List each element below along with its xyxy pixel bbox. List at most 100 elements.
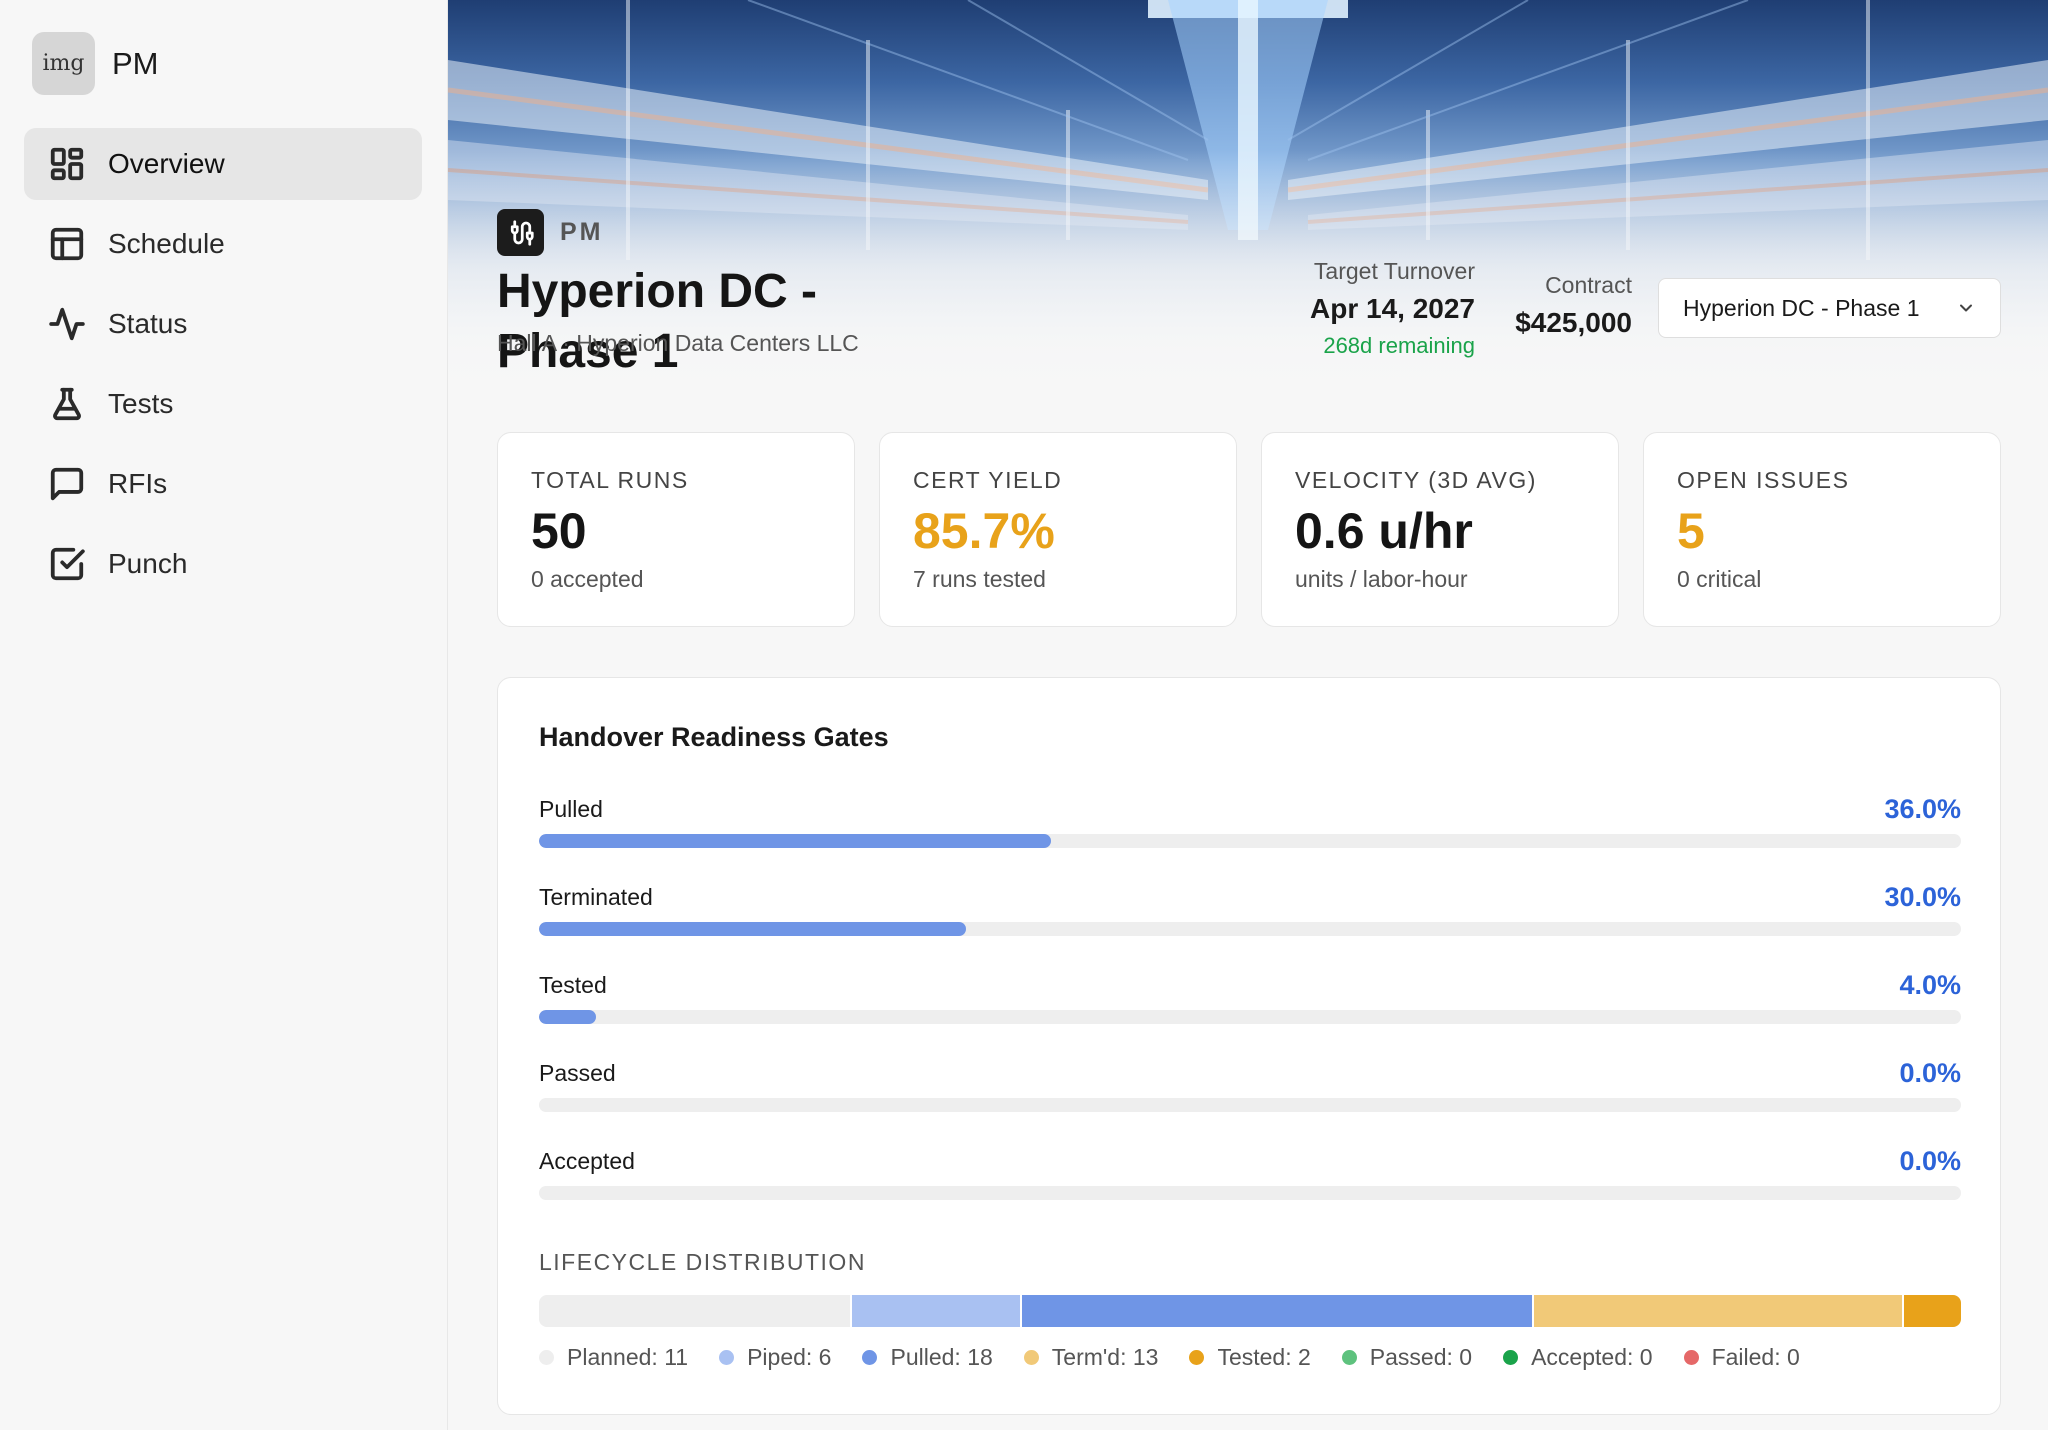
legend-dot <box>719 1350 735 1365</box>
gate-progress-track <box>539 834 1961 848</box>
lifecycle-distribution-bar <box>539 1295 1961 1327</box>
lifecycle-segment-tested <box>1904 1295 1961 1327</box>
sidebar-item-tests[interactable]: Tests <box>24 368 422 440</box>
kpi-value: 85.7% <box>913 503 1055 559</box>
kpi-card-velocity: VELOCITY (3D AVG) 0.6 u/hr units / labor… <box>1261 432 1619 627</box>
kpi-subtext: units / labor-hour <box>1295 566 1468 592</box>
handover-readiness-panel: Handover Readiness Gates Pulled 36.0% Te… <box>497 677 2001 1415</box>
legend-dot <box>1683 1350 1699 1365</box>
legend-item-failed: Failed: 0 <box>1683 1344 1800 1371</box>
kpi-card-total-runs: TOTAL RUNS 50 0 accepted <box>497 432 855 627</box>
legend-item-planned: Planned: 11 <box>539 1344 688 1371</box>
lifecycle-segment-term-d <box>1534 1295 1905 1327</box>
kpi-label: CERT YIELD <box>913 467 1063 493</box>
gate-progress-fill <box>539 922 966 936</box>
flask-icon <box>48 385 86 423</box>
contract-value: Contract $425,000 <box>1490 272 1632 339</box>
gate-percent: 0.0% <box>1899 1146 1961 1176</box>
page-subtitle: Hall A · Hyperion Data Centers LLC <box>497 330 859 356</box>
gate-tested: Tested 4.0% <box>539 970 1961 1042</box>
sidebar-item-label: Overview <box>108 148 225 179</box>
contract-label: Contract <box>1545 272 1632 298</box>
brand: img PM <box>32 32 159 95</box>
kpi-value: 50 <box>531 503 587 559</box>
lifecycle-segment-planned <box>539 1295 852 1327</box>
table-icon <box>48 225 86 263</box>
legend-dot <box>862 1350 878 1365</box>
gate-progress-track <box>539 1098 1961 1112</box>
kpi-value: 5 <box>1677 503 1705 559</box>
chevron-down-icon <box>1956 297 1976 317</box>
legend-dot <box>539 1350 554 1365</box>
lifecycle-segment-piped <box>851 1295 1023 1327</box>
sidebar-item-label: Status <box>108 308 188 339</box>
sidebar-item-schedule[interactable]: Schedule <box>24 208 422 280</box>
gate-progress-fill <box>539 1010 596 1024</box>
kpi-subtext: 0 critical <box>1677 566 1762 592</box>
legend-item-piped: Piped: 6 <box>719 1344 831 1371</box>
gate-label: Terminated <box>539 884 653 910</box>
legend-item-term-d: Term'd: 13 <box>1023 1344 1159 1371</box>
target-turnover-remaining: 268d remaining <box>1323 333 1475 358</box>
gate-progress-fill <box>539 834 1051 848</box>
kpi-label: VELOCITY (3D AVG) <box>1295 467 1537 493</box>
gate-label: Passed <box>539 1060 616 1086</box>
gate-progress-track <box>539 922 1961 936</box>
gate-label: Pulled <box>539 796 603 822</box>
contract-amount: $425,000 <box>1515 307 1632 338</box>
target-turnover: Target Turnover Apr 14, 2027 268d remain… <box>1270 258 1475 359</box>
kpi-card-open-issues: OPEN ISSUES 5 0 critical <box>1643 432 2001 627</box>
legend-item-passed: Passed: 0 <box>1341 1344 1473 1371</box>
cable-icon <box>497 209 544 256</box>
gate-percent: 4.0% <box>1899 970 1961 1000</box>
gate-passed: Passed 0.0% <box>539 1058 1961 1130</box>
lifecycle-legend: Planned: 11 Piped: 6 Pulled: 18 Term'd: 13 T… <box>539 1344 1831 1371</box>
sidebar-item-label: Schedule <box>108 228 225 259</box>
kpi-subtext: 0 accepted <box>531 566 644 592</box>
activity-icon <box>48 305 86 343</box>
legend-item-tested: Tested: 2 <box>1189 1344 1311 1371</box>
sidebar-item-status[interactable]: Status <box>24 288 422 360</box>
gate-pulled: Pulled 36.0% <box>539 794 1961 866</box>
header-tag: PM <box>560 218 604 246</box>
legend-dot <box>1023 1350 1039 1365</box>
gate-label: Tested <box>539 972 607 998</box>
sidebar-item-label: RFIs <box>108 468 168 499</box>
gate-percent: 30.0% <box>1884 882 1961 912</box>
sidebar-item-punch[interactable]: Punch <box>24 528 422 600</box>
sidebar-item-overview[interactable]: Overview <box>24 128 422 200</box>
lifecycle-distribution-title: LIFECYCLE DISTRIBUTION <box>539 1249 866 1275</box>
legend-label: Failed: 0 <box>1711 1344 1800 1370</box>
gate-progress-track <box>539 1186 1961 1200</box>
target-turnover-date: Apr 14, 2027 <box>1310 293 1475 324</box>
gate-accepted: Accepted 0.0% <box>539 1146 1961 1218</box>
panel-title: Handover Readiness Gates <box>539 722 889 752</box>
kpi-label: TOTAL RUNS <box>531 467 689 493</box>
legend-item-pulled: Pulled: 18 <box>862 1344 993 1371</box>
legend-dot <box>1503 1350 1519 1365</box>
brand-logo-image: img <box>32 32 95 95</box>
sidebar-item-rfis[interactable]: RFIs <box>24 448 422 520</box>
gate-label: Accepted <box>539 1148 635 1174</box>
kpi-label: OPEN ISSUES <box>1677 467 1850 493</box>
legend-label: Accepted: 0 <box>1531 1344 1653 1370</box>
sidebar-nav: Overview Schedule Status Tests RFIs Punc… <box>24 128 422 608</box>
legend-item-accepted: Accepted: 0 <box>1503 1344 1653 1371</box>
gate-percent: 0.0% <box>1899 1058 1961 1088</box>
legend-label: Pulled: 18 <box>890 1344 993 1370</box>
legend-label: Term'd: 13 <box>1051 1344 1159 1370</box>
kpi-card-cert-yield: CERT YIELD 85.7% 7 runs tested <box>879 432 1237 627</box>
project-select-value: Hyperion DC - Phase 1 <box>1683 294 1920 321</box>
gate-progress-track <box>539 1010 1961 1024</box>
sidebar-item-label: Tests <box>108 388 174 419</box>
message-square-icon <box>48 465 86 503</box>
sidebar-item-label: Punch <box>108 548 188 579</box>
layout-grid-icon <box>48 145 86 183</box>
brand-name: PM <box>112 45 159 81</box>
kpi-subtext: 7 runs tested <box>913 566 1046 592</box>
legend-label: Passed: 0 <box>1369 1344 1473 1370</box>
legend-label: Piped: 6 <box>747 1344 832 1370</box>
gate-percent: 36.0% <box>1884 794 1961 824</box>
project-select[interactable]: Hyperion DC - Phase 1 <box>1658 278 2001 338</box>
sidebar: img PM Overview Schedule Status Tests RF… <box>0 0 448 1430</box>
